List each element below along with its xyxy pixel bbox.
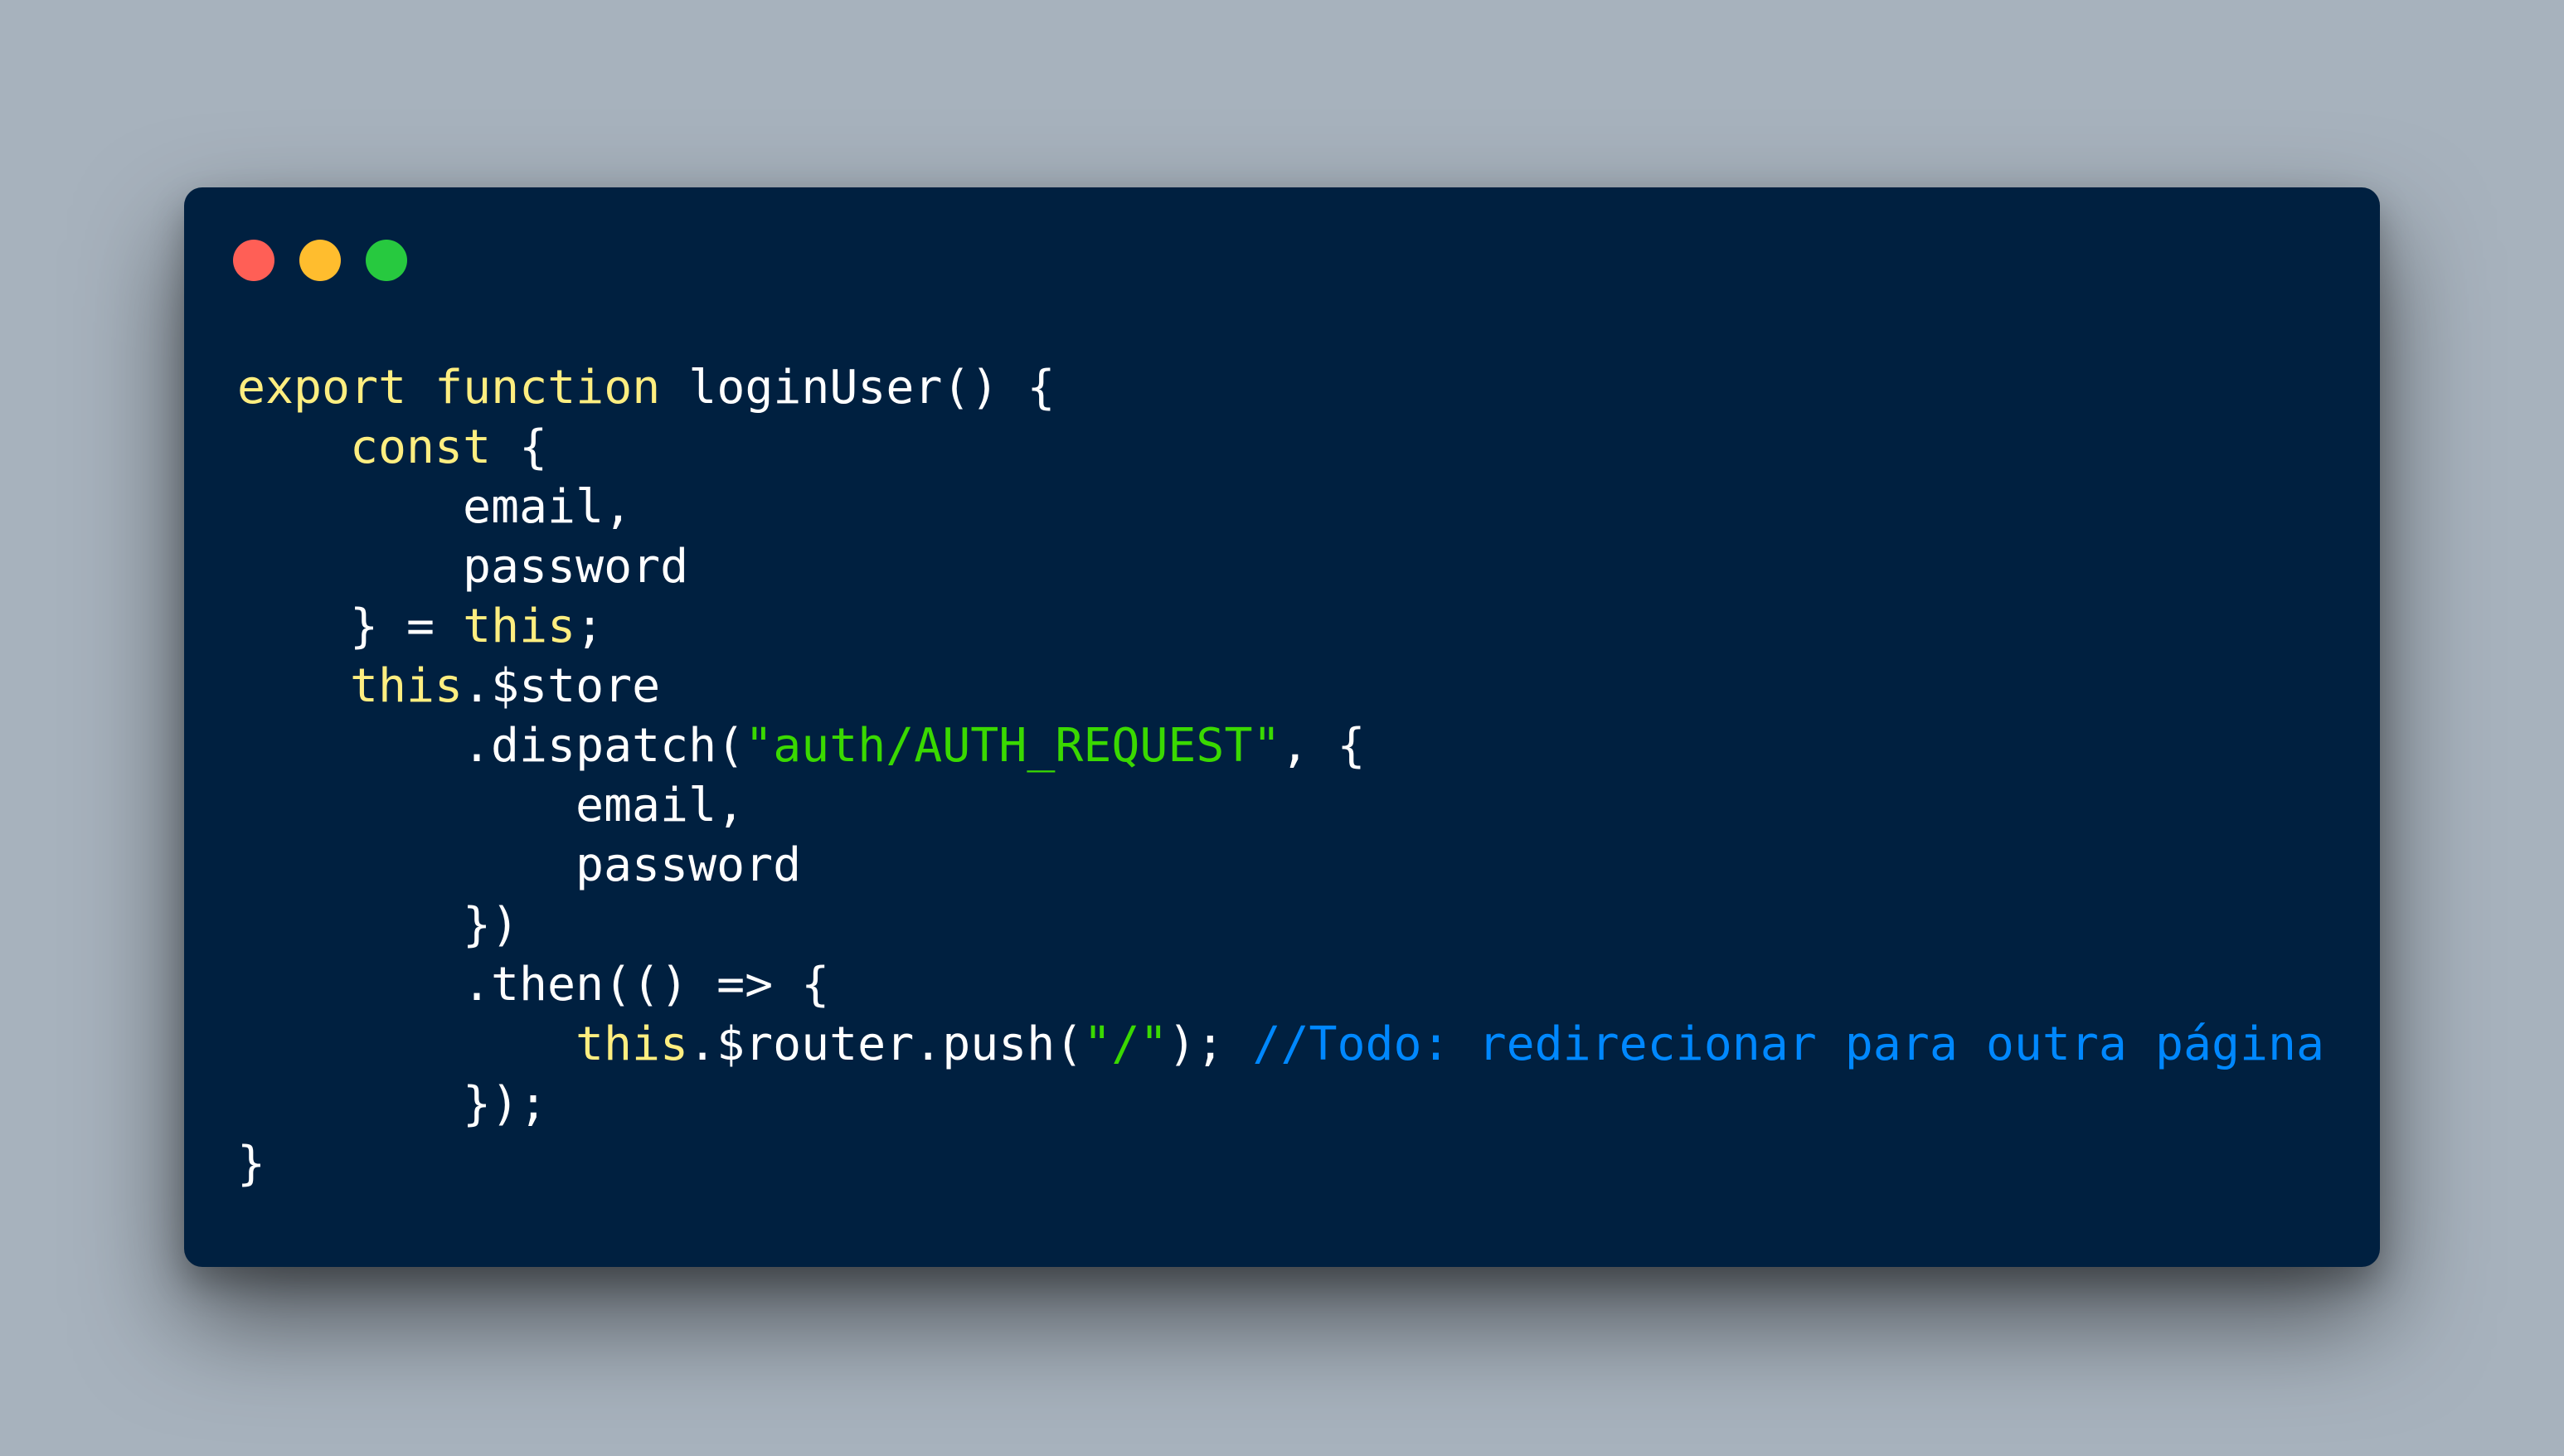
code-token-keyword: this xyxy=(575,1017,689,1071)
code-token-plain: }) xyxy=(463,898,520,952)
code-token-plain: loginUser() { xyxy=(660,361,1056,415)
code-line: } xyxy=(237,1134,2324,1194)
code-block: export function loginUser() {const {emai… xyxy=(237,358,2324,1194)
code-window: export function loginUser() {const {emai… xyxy=(184,187,2380,1267)
code-token-keyword: function xyxy=(435,361,661,415)
code-line: this.$store xyxy=(237,657,2324,716)
code-token-plain: ; xyxy=(575,599,605,653)
minimize-button[interactable] xyxy=(299,240,341,281)
code-token-string: "/" xyxy=(1083,1017,1168,1071)
code-token-plain: password xyxy=(463,540,689,594)
code-token-keyword: this xyxy=(350,659,464,713)
code-token-plain: } = xyxy=(350,599,464,653)
close-button[interactable] xyxy=(233,240,274,281)
code-token-plain: .$store xyxy=(463,659,661,713)
code-line: .then(() => { xyxy=(237,955,2324,1015)
code-line: const { xyxy=(237,418,2324,478)
code-line: }) xyxy=(237,895,2324,955)
code-line: this.$router.push("/"); //Todo: redireci… xyxy=(237,1015,2324,1075)
code-token-keyword: const xyxy=(350,420,492,474)
code-token-plain: { xyxy=(491,420,548,474)
code-token-plain: email, xyxy=(575,779,745,832)
code-token-plain: , { xyxy=(1280,719,1366,773)
code-token-plain: .$router.push( xyxy=(688,1017,1084,1071)
code-token-plain: email, xyxy=(463,480,633,534)
code-token-plain: } xyxy=(237,1137,266,1191)
code-line: password xyxy=(237,836,2324,895)
code-line: }); xyxy=(237,1075,2324,1134)
code-line: email, xyxy=(237,478,2324,537)
code-token-plain: .then(() => { xyxy=(463,958,830,1012)
code-token-plain: .dispatch( xyxy=(463,719,745,773)
code-line: export function loginUser() { xyxy=(237,358,2324,418)
code-token-string: "auth/AUTH_REQUEST" xyxy=(745,719,1281,773)
code-token-plain: password xyxy=(575,838,802,892)
code-line: } = this; xyxy=(237,597,2324,657)
code-line: password xyxy=(237,537,2324,597)
code-line: email, xyxy=(237,776,2324,836)
window-controls xyxy=(233,240,407,281)
code-token-plain: }); xyxy=(463,1077,548,1131)
maximize-button[interactable] xyxy=(366,240,407,281)
code-token-comment: //Todo: redirecionar para outra página xyxy=(1252,1017,2325,1071)
code-token-keyword: this xyxy=(463,599,576,653)
code-token-plain: ); xyxy=(1168,1017,1253,1071)
code-line: .dispatch("auth/AUTH_REQUEST", { xyxy=(237,716,2324,776)
code-token-keyword: export xyxy=(237,361,407,415)
